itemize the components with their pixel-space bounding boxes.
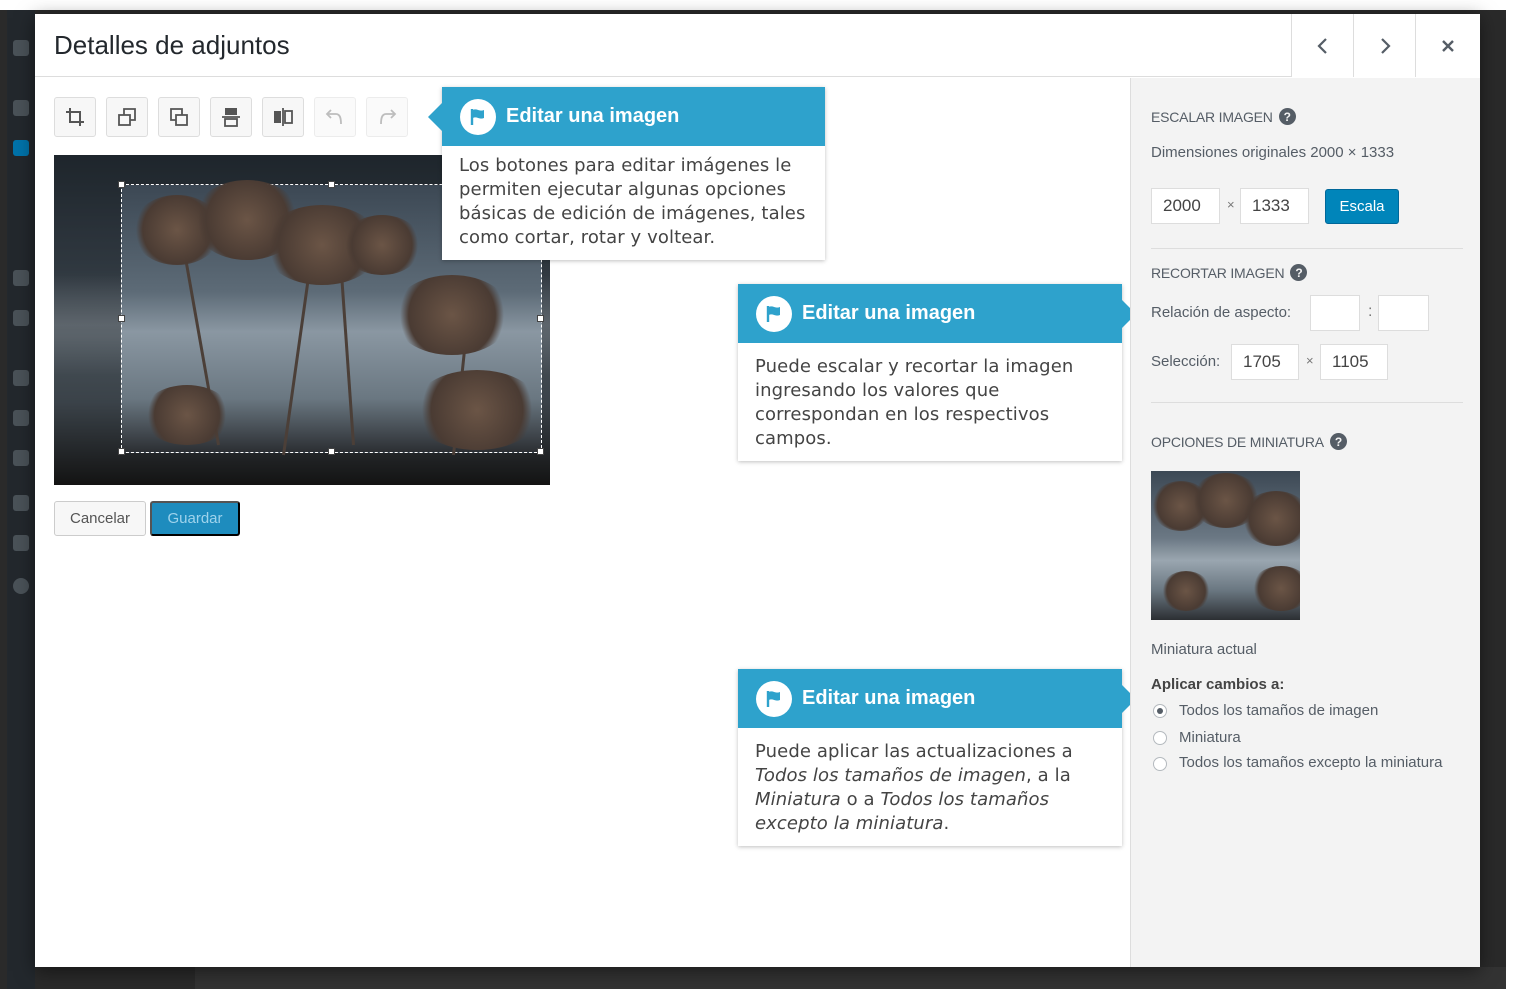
aspect-ratio-label: Relación de aspecto:	[1151, 304, 1292, 321]
pointer-body: Puede escalar y recortar la imagen ingre…	[755, 356, 1074, 449]
backdrop-top-edge	[0, 0, 1516, 10]
chevron-left-icon	[1316, 37, 1327, 54]
scale-height-input[interactable]: 1333	[1240, 188, 1309, 224]
scale-section-title: ESCALAR IMAGEN ?	[1151, 108, 1296, 125]
thumbnail-caption: Miniatura actual	[1151, 641, 1257, 658]
pointer-body: Puede aplicar las actualizaciones a Todo…	[755, 741, 1073, 834]
crop-handle[interactable]	[118, 181, 125, 188]
close-icon	[1442, 39, 1454, 52]
crop-icon	[66, 108, 84, 126]
flip-vertical-button[interactable]	[210, 97, 252, 137]
crop-handle[interactable]	[537, 448, 544, 455]
scale-width-input[interactable]: 2000	[1151, 188, 1220, 224]
crop-handle[interactable]	[328, 181, 335, 188]
current-thumbnail	[1151, 471, 1300, 620]
pointer-title: Editar una imagen	[802, 687, 976, 709]
redo-icon	[380, 109, 397, 125]
pointer-body: Los botones para editar imágenes le perm…	[459, 155, 806, 248]
modal-header: Detalles de adjuntos	[35, 14, 1480, 77]
flag-icon	[756, 680, 792, 717]
comments-icon[interactable]	[13, 310, 29, 326]
image-settings-sidebar: ESCALAR IMAGEN ? Dimensiones originales …	[1130, 78, 1480, 967]
radio-button[interactable]	[1153, 757, 1167, 771]
previous-button[interactable]	[1291, 14, 1353, 77]
apply-thumbnail-option[interactable]: Miniatura	[1153, 729, 1241, 746]
close-button[interactable]	[1415, 14, 1480, 77]
appearance-icon[interactable]	[13, 370, 29, 386]
pointer-header: Editar una imagen	[442, 87, 825, 146]
pointer-header: Editar una imagen	[738, 284, 1122, 343]
save-button[interactable]: Guardar	[150, 501, 240, 536]
tools-icon[interactable]	[13, 495, 29, 511]
chevron-right-icon	[1380, 37, 1391, 54]
crop-handle[interactable]	[328, 448, 335, 455]
flag-icon	[460, 98, 496, 135]
crop-section-title: RECORTAR IMAGEN ?	[1151, 264, 1308, 281]
help-pointer-toolbar: Editar una imagen Los botones para edita…	[428, 87, 825, 260]
selection-height-input[interactable]: 1105	[1320, 344, 1388, 380]
users-icon[interactable]	[13, 450, 29, 466]
aspect-ratio-height-input[interactable]	[1378, 295, 1429, 331]
times-sign: ×	[1227, 197, 1235, 212]
flip-horizontal-button[interactable]	[262, 97, 304, 137]
pointer-header: Editar una imagen	[738, 669, 1122, 728]
rotate-left-icon	[118, 108, 136, 126]
divider	[1151, 402, 1463, 403]
crop-handle[interactable]	[118, 448, 125, 455]
settings-icon[interactable]	[13, 535, 29, 551]
help-icon[interactable]: ?	[1329, 433, 1347, 450]
plugins-icon[interactable]	[13, 410, 29, 426]
pin-icon[interactable]	[13, 100, 29, 116]
modal-title: Detalles de adjuntos	[54, 30, 290, 60]
times-sign: ×	[1306, 353, 1314, 368]
crop-handle[interactable]	[118, 315, 125, 322]
crop-handle[interactable]	[537, 315, 544, 322]
apply-changes-label: Aplicar cambios a:	[1151, 676, 1285, 693]
undo-button[interactable]	[314, 97, 356, 137]
help-pointer-apply-changes: Editar una imagen Puede aplicar las actu…	[738, 669, 1136, 846]
apply-all-except-thumbnail-option[interactable]: Todos los tamaños excepto la miniatura	[1153, 754, 1453, 775]
divider	[1151, 248, 1463, 249]
attachment-details-modal: Detalles de adjuntos Cancelar Guardar Ed…	[35, 14, 1480, 967]
pointer-title: Editar una imagen	[506, 105, 680, 127]
undo-icon	[325, 109, 342, 125]
scale-button[interactable]: Escala	[1325, 189, 1399, 224]
flip-horizontal-icon	[274, 108, 293, 126]
collapse-icon[interactable]	[13, 578, 29, 594]
pointer-title: Editar una imagen	[802, 302, 976, 324]
next-button[interactable]	[1353, 14, 1415, 77]
media-icon[interactable]	[13, 140, 29, 156]
admin-sidebar	[7, 10, 35, 989]
selection-label: Selección:	[1151, 353, 1221, 370]
help-icon[interactable]: ?	[1278, 108, 1296, 125]
aspect-separator: :	[1368, 303, 1373, 320]
cancel-button[interactable]: Cancelar	[54, 501, 146, 536]
rotate-right-icon	[170, 108, 188, 126]
flag-icon	[756, 295, 792, 332]
dashboard-icon[interactable]	[13, 40, 29, 56]
help-icon[interactable]: ?	[1290, 264, 1308, 281]
selection-width-input[interactable]: 1705	[1231, 344, 1299, 380]
crop-button[interactable]	[54, 97, 96, 137]
original-dimensions: Dimensiones originales 2000 × 1333	[1151, 144, 1395, 161]
radio-button[interactable]	[1153, 704, 1167, 718]
apply-all-sizes-option[interactable]: Todos los tamaños de imagen	[1153, 702, 1378, 719]
rotate-left-button[interactable]	[106, 97, 148, 137]
radio-button[interactable]	[1153, 731, 1167, 745]
redo-button[interactable]	[366, 97, 408, 137]
rotate-right-button[interactable]	[158, 97, 200, 137]
pages-icon[interactable]	[13, 270, 29, 286]
flip-vertical-icon	[222, 108, 240, 127]
aspect-ratio-width-input[interactable]	[1310, 295, 1360, 331]
thumbnail-section-title: OPCIONES DE MINIATURA ?	[1151, 433, 1347, 450]
backdrop-right-edge	[1506, 0, 1516, 989]
page-bottom-strip	[195, 967, 1506, 989]
help-pointer-scale-crop: Editar una imagen Puede escalar y recort…	[738, 284, 1136, 461]
